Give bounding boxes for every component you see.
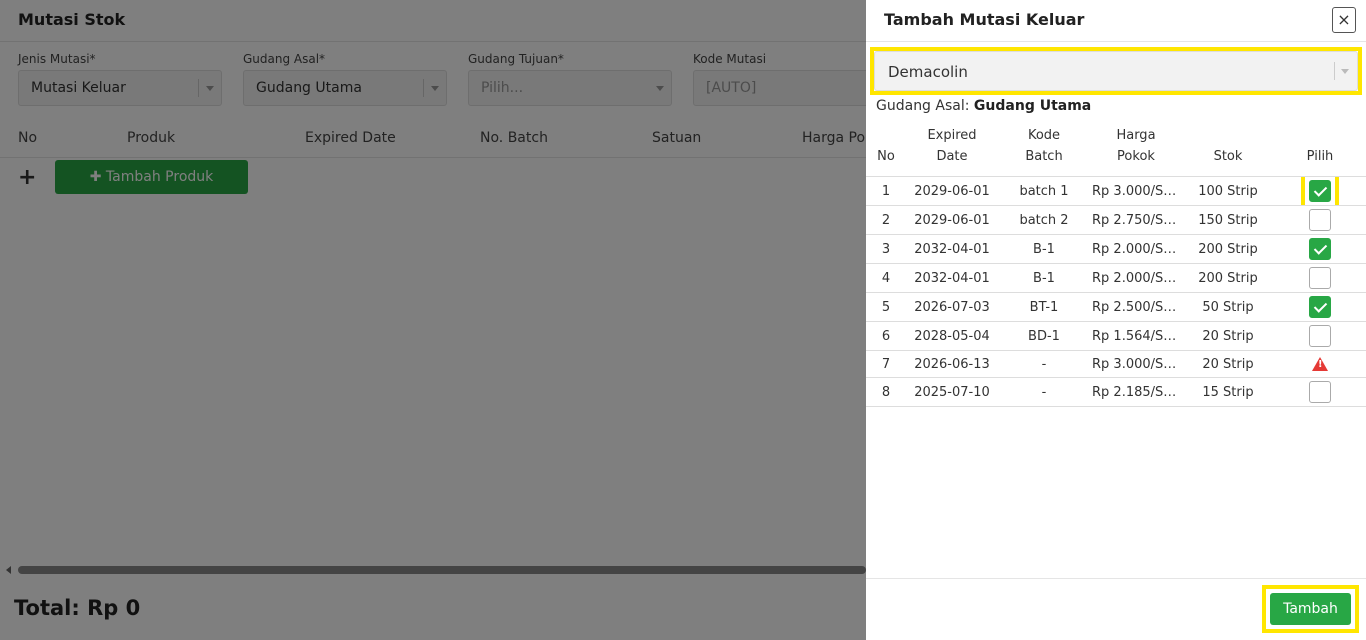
batch-row: 8 2025-07-10- Rp 2.185/St... 15 Strip [866, 377, 1366, 407]
batch-table-header: No Expired Date Kode Batch Harga Pokok Stok… [866, 123, 1366, 177]
cell-expired-date: 2032-04-01 [906, 263, 998, 293]
cell-stok: 15 Strip [1182, 377, 1274, 407]
batch-row: 1 2029-06-01 batch 1 Rp 3.000/St... 100 Stri… [866, 176, 1366, 206]
batch-checkbox[interactable] [1309, 381, 1331, 403]
cell-kode-batch: B-1 [998, 263, 1090, 293]
warning-icon [1312, 357, 1328, 371]
batch-row: 6 2028-05-04 BD-1 Rp 1.564/St... 20 Strip [866, 321, 1366, 351]
cell-expired-date: 2029-06-01 [906, 205, 998, 235]
batch-row: 2 2029-06-01 batch 2 Rp 2.750/St... 150 Stri… [866, 205, 1366, 235]
cell-kode-batch: batch 1 [998, 176, 1090, 206]
header-harga-pokok: Harga Pokok [1090, 123, 1182, 177]
checkbox-highlight [1301, 176, 1339, 205]
batch-row: 3 2032-04-01 B-1 Rp 2.000/St... 200 Strip [866, 234, 1366, 264]
cell-no: 1 [866, 176, 906, 206]
header-pilih: Pilih [1274, 123, 1366, 177]
cell-harga-pokok: Rp 2.185/St... [1090, 377, 1182, 407]
cell-expired-date: 2025-07-10 [906, 377, 998, 407]
cell-stok: 20 Strip [1182, 321, 1274, 351]
cell-stok: 150 Strip [1182, 205, 1274, 235]
drawer-footer: Tambah [866, 578, 1366, 640]
header-no: No [866, 123, 906, 177]
cell-stok: 200 Strip [1182, 234, 1274, 264]
cell-expired-date: 2032-04-01 [906, 234, 998, 264]
cell-pilih [1274, 176, 1366, 206]
cell-stok: 200 Strip [1182, 263, 1274, 293]
batch-checkbox-checked[interactable] [1309, 180, 1331, 202]
close-button[interactable]: × [1332, 7, 1356, 33]
cell-pilih [1274, 234, 1366, 264]
cell-pilih [1274, 321, 1366, 351]
cell-kode-batch: - [998, 377, 1090, 407]
cell-stok: 20 Strip [1182, 350, 1274, 378]
cell-no: 6 [866, 321, 906, 351]
cell-kode-batch: - [998, 350, 1090, 378]
cell-kode-batch: BT-1 [998, 292, 1090, 322]
header-stok: Stok [1182, 123, 1274, 177]
batch-row: 4 2032-04-01 B-1 Rp 2.000/St... 200 Strip [866, 263, 1366, 293]
cell-no: 4 [866, 263, 906, 293]
cell-expired-date: 2029-06-01 [906, 176, 998, 206]
batch-row: 5 2026-07-03 BT-1 Rp 2.500/St... 50 Strip [866, 292, 1366, 322]
cell-pilih [1274, 292, 1366, 322]
close-icon: × [1337, 10, 1351, 29]
cell-no: 7 [866, 350, 906, 378]
batch-checkbox[interactable] [1309, 209, 1331, 231]
cell-stok: 100 Strip [1182, 176, 1274, 206]
cell-no: 5 [866, 292, 906, 322]
chevron-down-icon [1341, 69, 1349, 74]
cell-expired-date: 2026-06-13 [906, 350, 998, 378]
origin-warehouse: Gudang Asal: Gudang Utama [876, 98, 1091, 114]
cell-pilih [1274, 350, 1366, 378]
add-mutation-drawer: Tambah Mutasi Keluar × Demacolin Gudang … [866, 0, 1366, 640]
cell-harga-pokok: Rp 3.000/St... [1090, 350, 1182, 378]
cell-harga-pokok: Rp 3.000/St... [1090, 176, 1182, 206]
batch-checkbox-checked[interactable] [1309, 296, 1331, 318]
cell-harga-pokok: Rp 2.750/St... [1090, 205, 1182, 235]
origin-label: Gudang Asal: [876, 98, 970, 114]
cell-harga-pokok: Rp 2.000/St... [1090, 234, 1182, 264]
cell-expired-date: 2028-05-04 [906, 321, 998, 351]
batch-checkbox[interactable] [1309, 267, 1331, 289]
product-select[interactable]: Demacolin [874, 51, 1358, 91]
header-kode-batch: Kode Batch [998, 123, 1090, 177]
batch-checkbox[interactable] [1309, 325, 1331, 347]
cell-no: 2 [866, 205, 906, 235]
product-select-value: Demacolin [888, 63, 968, 81]
cell-pilih [1274, 205, 1366, 235]
cell-kode-batch: BD-1 [998, 321, 1090, 351]
select-separator [1334, 62, 1335, 80]
header-expired-date: Expired Date [906, 123, 998, 177]
cell-expired-date: 2026-07-03 [906, 292, 998, 322]
cell-kode-batch: B-1 [998, 234, 1090, 264]
origin-value: Gudang Utama [973, 98, 1092, 114]
cell-no: 3 [866, 234, 906, 264]
drawer-title: Tambah Mutasi Keluar [884, 10, 1085, 29]
batch-checkbox-checked[interactable] [1309, 238, 1331, 260]
batch-row: 7 2026-06-13- Rp 3.000/St... 20 Strip [866, 350, 1366, 378]
cell-stok: 50 Strip [1182, 292, 1274, 322]
cell-harga-pokok: Rp 1.564/St... [1090, 321, 1182, 351]
cell-kode-batch: batch 2 [998, 205, 1090, 235]
cell-pilih [1274, 263, 1366, 293]
tambah-button[interactable]: Tambah [1270, 593, 1351, 625]
cell-harga-pokok: Rp 2.500/St... [1090, 292, 1182, 322]
cell-no: 8 [866, 377, 906, 407]
cell-pilih [1274, 377, 1366, 407]
cell-harga-pokok: Rp 2.000/St... [1090, 263, 1182, 293]
batch-table: No Expired Date Kode Batch Harga Pokok Stok… [866, 123, 1366, 407]
drawer-header: Tambah Mutasi Keluar × [866, 0, 1366, 42]
